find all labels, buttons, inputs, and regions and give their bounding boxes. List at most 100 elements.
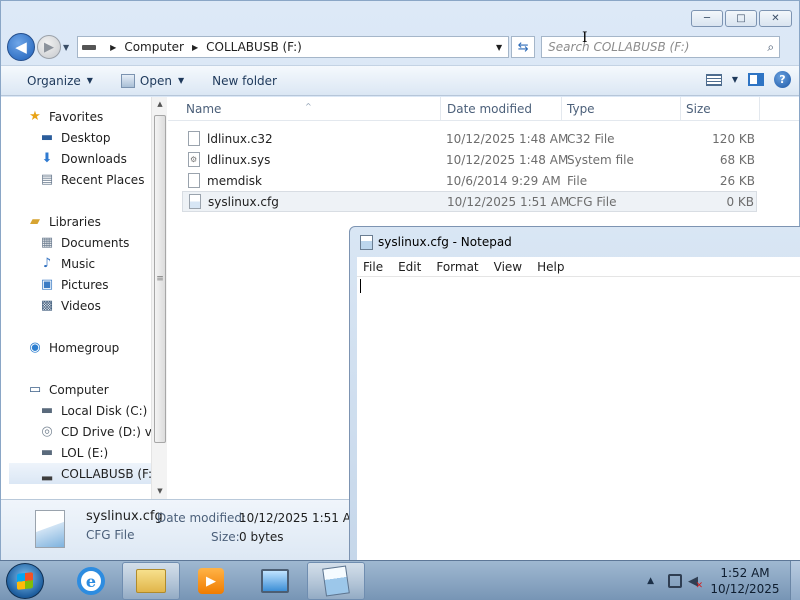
file-row[interactable]: ldlinux.c32 10/12/2025 1:48 AM C32 File … <box>182 128 757 149</box>
nav-local-disk[interactable]: ▬ Local Disk (C:) <box>9 400 151 421</box>
drive-icon: ▬ <box>40 445 54 460</box>
help-icon[interactable]: ? <box>774 71 791 88</box>
new-folder-label: New folder <box>212 73 277 88</box>
notepad-icon <box>322 565 350 597</box>
sort-up-icon: ^ <box>305 102 312 111</box>
recent-pages-dropdown[interactable]: ▼ <box>63 43 69 52</box>
chevron-down-icon[interactable]: ▼ <box>732 75 738 84</box>
volume-muted-icon[interactable]: ◀ ✕ <box>688 574 703 591</box>
file-name: syslinux.cfg <box>208 194 279 209</box>
nav-documents[interactable]: ▦ Documents <box>9 232 151 253</box>
column-divider[interactable] <box>561 97 562 121</box>
address-bar[interactable]: ▶ Computer ▶ COLLABUSB (F:) ▼ <box>77 36 510 58</box>
nav-collabusb[interactable]: ▂ COLLABUSB (F:) <box>9 463 151 484</box>
file-row[interactable]: syslinux.cfg 10/12/2025 1:51 AM CFG File… <box>182 191 757 212</box>
magnifier-icon[interactable]: ⌕ <box>767 40 774 55</box>
chevron-down-icon: ▼ <box>86 76 93 85</box>
minimize-button[interactable]: ─ <box>691 10 723 27</box>
refresh-icon: ⇆ <box>517 39 529 55</box>
view-options-icon[interactable] <box>705 73 722 86</box>
notepad-text-area[interactable] <box>357 277 800 561</box>
nav-music[interactable]: ♪ Music <box>9 253 151 274</box>
downloads-icon: ⬇ <box>41 151 53 166</box>
breadcrumb-computer[interactable]: Computer <box>124 40 184 54</box>
nav-desktop[interactable]: ▬ Desktop <box>9 127 151 148</box>
new-folder-button[interactable]: New folder <box>212 74 277 88</box>
chevron-right-icon[interactable]: ▶ <box>192 43 198 52</box>
start-button[interactable] <box>6 563 44 599</box>
nav-computer[interactable]: ▭ Computer <box>9 379 151 400</box>
file-row[interactable]: ldlinux.sys 10/12/2025 1:48 AM System fi… <box>182 149 757 170</box>
media-player-icon: ▶ <box>198 568 224 594</box>
breadcrumb-drive[interactable]: COLLABUSB (F:) <box>206 40 302 54</box>
taskbar-notepad[interactable] <box>307 562 365 600</box>
scroll-thumb[interactable]: ≡ <box>154 115 166 443</box>
column-name[interactable]: Name <box>186 102 221 116</box>
nav-label: Favorites <box>49 109 104 124</box>
chevron-down-icon[interactable]: ▼ <box>490 43 508 52</box>
nav-lol-drive[interactable]: ▬ LOL (E:) <box>9 442 151 463</box>
taskbar-control-panel[interactable] <box>246 562 304 600</box>
details-file-type: CFG File <box>86 528 135 542</box>
nav-videos[interactable]: ▩ Videos <box>9 295 151 316</box>
nav-homegroup[interactable]: ◉ Homegroup <box>9 337 151 358</box>
close-button[interactable]: ✕ <box>759 10 792 27</box>
organize-button[interactable]: Organize ▼ <box>27 74 93 88</box>
cd-drive-icon: ◎ <box>41 424 53 439</box>
show-desktop-button[interactable] <box>790 561 800 600</box>
desktop-icon: ▬ <box>40 130 54 145</box>
menu-help[interactable]: Help <box>537 260 564 274</box>
preview-pane-icon[interactable] <box>748 73 764 86</box>
forward-button[interactable]: ▶ <box>37 35 61 59</box>
taskbar-media-player[interactable]: ▶ <box>182 562 240 600</box>
nav-pictures[interactable]: ▣ Pictures <box>9 274 151 295</box>
chevron-down-icon[interactable]: ▼ <box>178 76 184 85</box>
navigation-pane: ★ Favorites ▬ Desktop ⬇ Downloads ▤ Rece… <box>9 97 151 499</box>
refresh-button[interactable]: ⇆ <box>511 36 536 58</box>
nav-libraries[interactable]: ▰ Libraries <box>9 211 151 232</box>
network-icon[interactable] <box>668 574 682 588</box>
taskbar-internet-explorer[interactable]: e <box>62 562 120 600</box>
nav-label: Pictures <box>61 277 109 292</box>
nav-scrollbar[interactable]: ▲ ≡ ▼ <box>151 97 167 499</box>
file-row[interactable]: memdisk 10/6/2014 9:29 AM File 26 KB <box>182 170 757 191</box>
notepad-window: syslinux.cfg - Notepad File Edit Format … <box>349 226 800 562</box>
menu-edit[interactable]: Edit <box>398 260 421 274</box>
nav-label: Homegroup <box>49 340 120 355</box>
config-file-icon <box>35 510 65 548</box>
nav-favorites[interactable]: ★ Favorites <box>9 106 151 127</box>
nav-downloads[interactable]: ⬇ Downloads <box>9 148 151 169</box>
menu-format[interactable]: Format <box>436 260 478 274</box>
search-input[interactable]: Search COLLABUSB (F:) ⌕ <box>541 36 781 58</box>
menu-file[interactable]: File <box>363 260 383 274</box>
system-tray: ▲ ◀ ✕ 1:52 AM 10/12/2025 <box>647 561 800 600</box>
scroll-down-icon[interactable]: ▼ <box>152 487 168 495</box>
homegroup-icon: ◉ <box>29 340 41 355</box>
nav-label: Desktop <box>61 130 111 145</box>
column-divider[interactable] <box>759 97 760 121</box>
scroll-up-icon[interactable]: ▲ <box>152 100 168 108</box>
file-date: 10/12/2025 1:48 AM <box>446 131 569 146</box>
maximize-button[interactable]: □ <box>725 10 757 27</box>
nav-cd-drive[interactable]: ◎ CD Drive (D:) virt <box>9 421 151 442</box>
music-icon: ♪ <box>42 256 52 271</box>
file-size: 68 KB <box>719 152 755 167</box>
file-type: System file <box>567 152 634 167</box>
column-divider[interactable] <box>680 97 681 121</box>
column-date-modified[interactable]: Date modified <box>447 102 532 116</box>
column-size[interactable]: Size <box>686 102 711 116</box>
column-type[interactable]: Type <box>567 102 595 116</box>
column-divider[interactable] <box>440 97 441 121</box>
open-button[interactable]: Open ▼ <box>120 73 184 88</box>
taskbar-windows-explorer[interactable] <box>122 562 180 600</box>
notepad-title-bar[interactable]: syslinux.cfg - Notepad <box>350 227 800 257</box>
show-hidden-icons-icon[interactable]: ▲ <box>647 576 654 586</box>
taskbar: e ▶ ▲ ◀ ✕ 1:52 AM 10/12/2025 <box>0 560 800 600</box>
clock[interactable]: 1:52 AM 10/12/2025 <box>710 565 780 597</box>
back-button[interactable]: ◀ <box>7 33 35 61</box>
menu-view[interactable]: View <box>494 260 522 274</box>
nav-recent-places[interactable]: ▤ Recent Places <box>9 169 151 190</box>
chevron-right-icon[interactable]: ▶ <box>110 43 116 52</box>
navigation-bar: ◀ ▶ ▼ ▶ Computer ▶ COLLABUSB (F:) ▼ ⇆ Se… <box>7 31 793 63</box>
nav-label: Videos <box>61 298 101 313</box>
